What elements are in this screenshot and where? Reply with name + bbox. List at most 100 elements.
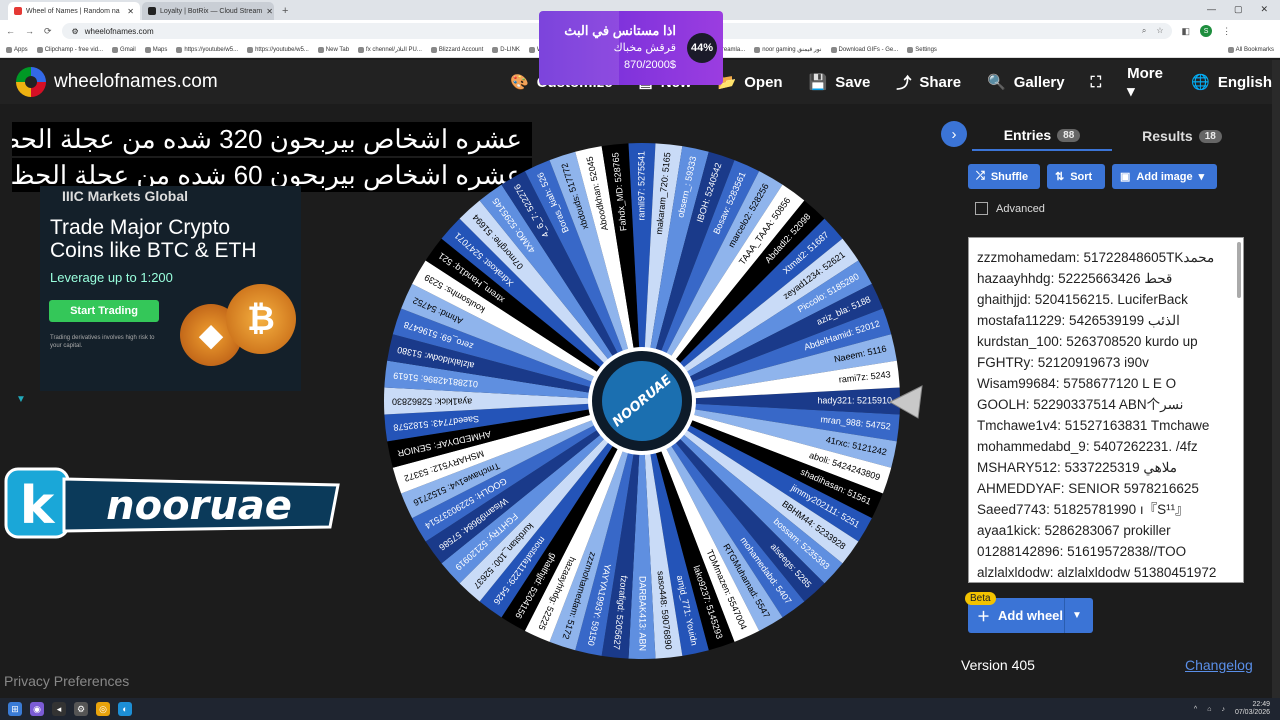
app-icon[interactable]: ◂ (52, 702, 66, 716)
site-title[interactable]: wheelofnames.com (54, 71, 218, 93)
nav-item-save[interactable]: 💾 Save (809, 73, 871, 92)
bookmark-item[interactable]: Gmail (112, 46, 136, 53)
tab-title: Wheel of Names | Random na (26, 7, 120, 15)
entries-count-badge: 88 (1057, 128, 1081, 142)
bookmark-item[interactable]: noor gaming نور قيمنق (754, 46, 822, 53)
entry-line: mostafa11229: 5426539199 الذئب (977, 313, 1180, 328)
sort-icon: ⇅ (1055, 171, 1065, 183)
nav-item-more[interactable]: More ▾ (1127, 65, 1165, 100)
nav-item-share[interactable]: ⤴ Share (896, 72, 961, 93)
reload-icon[interactable]: ⟳ (44, 26, 52, 37)
tab-results[interactable]: Results 18 (1112, 121, 1252, 151)
bookmark-favicon-icon (1227, 46, 1234, 53)
bookmark-label: Settings (915, 46, 937, 53)
maximize-icon[interactable]: ▢ (1234, 4, 1243, 15)
bookmark-item[interactable]: Download GIFs - Ge... (830, 46, 899, 53)
clock[interactable]: 22:49 07/03/2026 (1235, 701, 1270, 717)
version-label: Version 405 (961, 657, 1035, 673)
extensions-icon[interactable]: ◧ (1182, 26, 1191, 37)
bookmark-item[interactable]: Apps (6, 46, 28, 53)
nav-label: Share (919, 73, 962, 91)
entry-line: mohammedabd_9: 5407262231. /4fz (977, 439, 1198, 454)
bookmark-label: noor gaming نور قيمنق (762, 47, 822, 53)
menu-icon[interactable]: ⋮ (1222, 26, 1231, 37)
advanced-toggle[interactable]: Advanced (975, 202, 1045, 215)
ad-choices-icon[interactable]: ▼ (16, 394, 26, 405)
back-icon[interactable]: ← (6, 26, 15, 36)
shuffle-button[interactable]: ⤮ Shuffle (968, 164, 1040, 189)
add-wheel-label: Add wheel (998, 608, 1064, 623)
settings-icon[interactable]: ⚙ (74, 702, 88, 716)
svg-text:k: k (20, 476, 56, 536)
nav-item-gallery[interactable]: 🔍 Gallery (987, 73, 1065, 92)
bookmark-item[interactable]: Settings (907, 46, 937, 53)
bookmark-item[interactable]: Blizzard Account (430, 46, 484, 53)
tab-entries[interactable]: Entries 88 (972, 121, 1112, 151)
bookmark-label: Blizzard Account (438, 46, 484, 53)
sort-button[interactable]: ⇅ Sort (1047, 164, 1105, 189)
page-scrollbar[interactable] (1272, 60, 1280, 698)
bookmark-item[interactable]: All Bookmarks (1227, 46, 1274, 53)
entries-textarea[interactable]: zzzmohamedam: 51722848605TKمحمد hazaayhhd… (968, 237, 1244, 583)
app-icon[interactable]: ◉ (30, 702, 44, 716)
shuffle-label: Shuffle (990, 170, 1029, 183)
bookmark-item[interactable]: fx chennel/التلار PU... (358, 46, 422, 53)
bookmark-star-icon[interactable]: ☆ (1156, 26, 1163, 36)
browser-tab-wheel[interactable]: Wheel of Names | Random na ✕ (8, 2, 140, 20)
entries-scrollbar[interactable] (1237, 242, 1241, 298)
nav-item-english[interactable]: 🌐 English (1191, 73, 1272, 92)
volume-icon[interactable]: ♪ (1221, 706, 1225, 713)
changelog-link[interactable]: Changelog (1185, 657, 1253, 673)
new-tab-button[interactable]: + (276, 5, 294, 20)
close-icon[interactable]: ✕ (127, 7, 134, 16)
bookmark-favicon-icon (176, 46, 183, 53)
wheel-slice-label: hady321: 5215910 (817, 395, 892, 405)
add-image-button[interactable]: ▣ Add image ▾ (1112, 164, 1217, 189)
ad-start-trading-button[interactable]: Start Trading (49, 300, 159, 322)
bookmark-item[interactable]: D-LINK (492, 46, 520, 53)
profile-avatar[interactable]: S (1200, 25, 1213, 37)
wheel-logo-icon[interactable] (16, 67, 46, 97)
zoom-icon[interactable]: ⌕ (1142, 26, 1146, 36)
network-icon[interactable]: ⌂ (1207, 706, 1211, 713)
tab-entries-label: Entries (1003, 127, 1052, 143)
bookmark-item[interactable]: https://youtube/w5... (176, 46, 238, 53)
chevron-up-icon[interactable]: ^ (1194, 706, 1197, 713)
bookmark-item[interactable]: New Tab (317, 46, 349, 53)
bookmark-label: All Bookmarks (1235, 46, 1274, 53)
chevron-down-icon[interactable]: ▼ (1072, 610, 1082, 621)
add-image-label: Add image (1136, 170, 1193, 183)
goal-line-2: قرقش مخباك (613, 42, 676, 54)
nav-item-open[interactable]: 📂 Open (718, 73, 783, 92)
advanced-checkbox[interactable] (975, 202, 988, 215)
close-icon[interactable]: ✕ (266, 7, 273, 16)
windows-start-icon[interactable]: ⊞ (8, 702, 22, 716)
forward-icon[interactable]: → (25, 26, 34, 36)
goal-percent: 44% (687, 33, 717, 63)
minimize-icon[interactable]: — (1207, 4, 1216, 15)
bookmark-item[interactable]: https://youtube/w5... (247, 46, 309, 53)
chrome-icon[interactable]: ◎ (96, 702, 110, 716)
window-controls: — ▢ ✕ (1195, 4, 1280, 20)
bookmark-item[interactable]: Clipchamp - free vid... (36, 46, 103, 53)
site-info-icon[interactable]: ⚙ (72, 27, 79, 36)
fullscreen-icon: ⛶ (1090, 73, 1102, 91)
name-wheel[interactable]: hady321: 5215910mran_988: 5475241rxc: 51… (381, 140, 903, 662)
close-window-icon[interactable]: ✕ (1260, 4, 1268, 15)
collapse-panel-chevron-icon[interactable]: › (941, 121, 967, 147)
results-count-badge: 18 (1198, 129, 1222, 143)
wheel-slice-label: DARBAK413: ABN (638, 576, 648, 651)
brand-logo-text: nooruae (106, 483, 292, 529)
donation-goal-overlay: اذا مستانس في البث قرقش مخباك 870/2000$ … (539, 11, 723, 85)
bookmark-label: Download GIFs - Ge... (838, 46, 899, 53)
entry-line: Saeed7743: 51825781990 ı『S¹¹』 (977, 502, 1189, 517)
bookmark-favicon-icon (144, 46, 151, 53)
advertisement[interactable]: IIIC Markets Global Trade Major Crypto Co… (40, 186, 301, 391)
browser-tab-botrix[interactable]: Loyalty | BotRix — Cloud Stream ✕ (142, 2, 274, 20)
bookmark-item[interactable]: Maps (144, 46, 167, 53)
entry-line: AHMEDDYAF: SENIOR 5978216625 (977, 481, 1199, 496)
edge-icon[interactable]: ◐ (118, 702, 132, 716)
nav-item-fullscreen[interactable]: ⛶ (1091, 74, 1102, 91)
privacy-preferences-link[interactable]: Privacy Preferences (4, 673, 129, 689)
bookmark-favicon-icon (6, 46, 12, 53)
